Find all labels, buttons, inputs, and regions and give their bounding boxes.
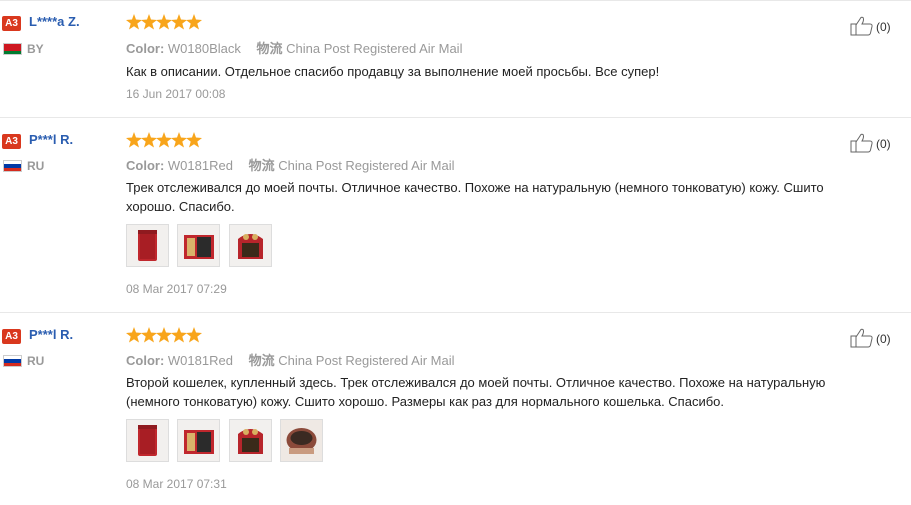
- star-rating: [126, 14, 202, 30]
- star-icon: [156, 327, 172, 343]
- buyer-level-badge: A3: [2, 16, 21, 31]
- shipping-value: China Post Registered Air Mail: [278, 353, 455, 368]
- star-icon: [141, 14, 157, 30]
- review-text: Трек отслеживался до моей почты. Отлично…: [126, 180, 824, 214]
- helpful-button[interactable]: (0): [850, 16, 898, 36]
- helpful-count: (0): [876, 20, 891, 34]
- country-flag-icon: [3, 355, 22, 367]
- helpful-button[interactable]: (0): [850, 328, 898, 348]
- star-icon: [171, 14, 187, 30]
- thumbs-up-icon: [850, 133, 873, 153]
- color-value: W0180Black: [167, 41, 241, 56]
- review-photos: [126, 419, 327, 462]
- wallet-clasp-image: [229, 420, 271, 461]
- star-icon: [141, 132, 157, 148]
- review-date: 08 Mar 2017 07:31: [126, 477, 227, 491]
- helpful-count: (0): [876, 332, 891, 346]
- wallet-inside-image: [281, 420, 323, 461]
- star-icon: [141, 327, 157, 343]
- shipping-value: China Post Registered Air Mail: [278, 158, 455, 173]
- country-flag-icon: [3, 43, 22, 55]
- star-icon: [126, 132, 142, 148]
- wallet-open-image: [178, 420, 220, 461]
- shipping-label: 物流: [256, 41, 283, 56]
- thumbs-up-icon: [850, 16, 873, 36]
- review-text: Второй кошелек, купленный здесь. Трек от…: [126, 375, 826, 409]
- review-photo-thumbnail[interactable]: [177, 224, 221, 267]
- star-icon: [126, 327, 142, 343]
- shipping-label: 物流: [248, 158, 275, 173]
- review-photo-thumbnail[interactable]: [177, 419, 221, 462]
- review-photos: [126, 224, 276, 267]
- buyer-name[interactable]: L****a Z.: [29, 14, 80, 29]
- order-info: Color: W0181Red 物流 China Post Registered…: [126, 155, 455, 174]
- review-photo-thumbnail[interactable]: [126, 419, 169, 462]
- review-photo-thumbnail[interactable]: [280, 419, 324, 462]
- helpful-count: (0): [876, 137, 891, 151]
- helpful-button[interactable]: (0): [850, 133, 898, 153]
- review-item: A3 P***l R. RU Color: W0181Red 物流 China …: [0, 313, 911, 505]
- review-text: Как в описании. Отдельное спасибо продав…: [126, 64, 660, 79]
- review-date: 16 Jun 2017 00:08: [126, 87, 226, 101]
- star-icon: [186, 14, 202, 30]
- review-photo-thumbnail[interactable]: [228, 224, 272, 267]
- star-icon: [126, 14, 142, 30]
- shipping-label: 物流: [248, 353, 275, 368]
- star-icon: [156, 132, 172, 148]
- color-value: W0181Red: [167, 353, 233, 368]
- wallet-clasp-image: [229, 225, 271, 266]
- wallet-closed-image: [127, 420, 168, 461]
- review-photo-thumbnail[interactable]: [228, 419, 272, 462]
- country-flag-icon: [3, 160, 22, 172]
- review-item: A3 L****a Z. BY Color: W0180Black 物流 Chi…: [0, 0, 911, 117]
- wallet-open-image: [178, 225, 220, 266]
- order-info: Color: W0180Black 物流 China Post Register…: [126, 38, 462, 57]
- review-item: A3 P***l R. RU Color: W0181Red 物流 China …: [0, 118, 911, 312]
- color-label: Color:: [126, 353, 165, 368]
- buyer-name[interactable]: P***l R.: [29, 327, 73, 342]
- star-icon: [156, 14, 172, 30]
- color-label: Color:: [126, 41, 165, 56]
- color-label: Color:: [126, 158, 165, 173]
- star-icon: [171, 327, 187, 343]
- buyer-country: RU: [27, 159, 45, 173]
- color-value: W0181Red: [167, 158, 233, 173]
- buyer-country: RU: [27, 354, 45, 368]
- review-date: 08 Mar 2017 07:29: [126, 282, 227, 296]
- buyer-name[interactable]: P***l R.: [29, 132, 73, 147]
- order-info: Color: W0181Red 物流 China Post Registered…: [126, 350, 455, 369]
- star-icon: [186, 132, 202, 148]
- star-icon: [171, 132, 187, 148]
- shipping-value: China Post Registered Air Mail: [286, 41, 463, 56]
- buyer-country: BY: [27, 42, 44, 56]
- buyer-level-badge: A3: [2, 134, 21, 149]
- star-icon: [186, 327, 202, 343]
- review-photo-thumbnail[interactable]: [126, 224, 169, 267]
- wallet-closed-image: [127, 225, 168, 266]
- star-rating: [126, 132, 202, 148]
- buyer-level-badge: A3: [2, 329, 21, 344]
- star-rating: [126, 327, 202, 343]
- thumbs-up-icon: [850, 328, 873, 348]
